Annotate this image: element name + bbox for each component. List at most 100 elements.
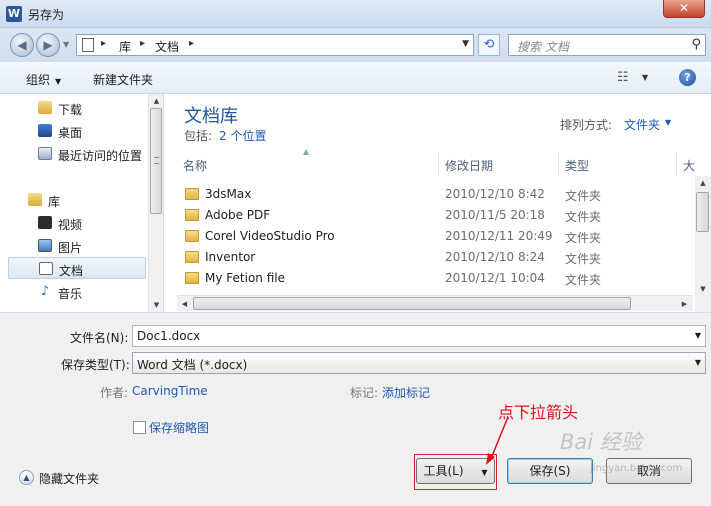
save-button[interactable]: 保存(S) (507, 458, 593, 484)
breadcrumb-documents[interactable]: 文档 (155, 38, 179, 55)
view-options-icon[interactable]: ☷ (617, 70, 629, 85)
refresh-button[interactable]: ⟲ (478, 34, 500, 56)
downloads-folder-icon (38, 101, 52, 114)
filename-input[interactable]: Doc1.docx ▼ (132, 325, 706, 347)
nav-item-documents[interactable]: 文档 (8, 257, 146, 279)
organize-label: 组织 (26, 73, 51, 87)
file-date: 2010/12/11 20:49 (445, 229, 553, 243)
path-box[interactable]: ▸ 库 ▸ 文档 ▸ ▼ (76, 34, 474, 56)
path-dropdown-icon[interactable]: ▼ (462, 39, 469, 49)
organize-button[interactable]: 组织 ▼ (26, 71, 61, 88)
view-dropdown-icon[interactable]: ▼ (642, 73, 648, 82)
folder-icon (185, 230, 199, 242)
author-label: 作者: (100, 386, 129, 400)
column-header-type[interactable]: 类型 (559, 152, 677, 176)
nav-item-recent[interactable]: 最近访问的位置 (0, 143, 146, 165)
folder-icon (185, 272, 199, 284)
pictures-icon (38, 239, 52, 252)
filetype-value: Word 文档 (*.docx) (137, 358, 248, 372)
column-header-name[interactable]: 名称 (177, 152, 439, 176)
nav-item-downloads[interactable]: 下载 (0, 97, 146, 119)
file-date: 2010/12/1 10:04 (445, 271, 545, 285)
nav-item-videos[interactable]: 视频 (0, 212, 146, 234)
tags-field[interactable]: 添加标记 (382, 384, 430, 401)
command-bar: 组织 ▼ 新建文件夹 ☷ ▼ ? (0, 62, 711, 94)
recent-pages-chevron-icon[interactable]: ▼ (63, 40, 69, 49)
nav-item-desktop[interactable]: 桌面 (0, 120, 146, 142)
breadcrumb-separator-icon[interactable]: ▸ (101, 38, 106, 49)
file-date: 2010/11/5 20:18 (445, 208, 545, 222)
tags-label: 标记: (350, 386, 379, 400)
documents-icon (39, 262, 53, 275)
scroll-up-icon[interactable]: ▲ (149, 94, 164, 108)
scroll-down-icon[interactable]: ▼ (149, 298, 164, 312)
chevron-up-icon[interactable]: ▲ (19, 470, 34, 485)
title-bar: W 另存为 ✕ (0, 0, 711, 28)
nav-item-libraries[interactable]: 库 (0, 189, 146, 211)
breadcrumb-separator-icon[interactable]: ▸ (189, 38, 194, 49)
nav-item-pictures[interactable]: 图片 (0, 235, 146, 257)
forward-button[interactable]: ▶ (36, 33, 60, 57)
address-bar: ◀ ▶ ▼ ▸ 库 ▸ 文档 ▸ ▼ ⟲ 搜索 文档 ⚲ (0, 28, 711, 62)
chevron-down-icon: ▼ (55, 77, 62, 86)
scroll-left-icon[interactable]: ◀ (177, 297, 192, 311)
folder-icon (185, 188, 199, 200)
chevron-down-icon[interactable]: ▼ (695, 331, 701, 340)
scroll-up-icon[interactable]: ▲ (695, 176, 711, 190)
scrollbar-thumb[interactable] (193, 297, 631, 310)
search-input[interactable]: 搜索 文档 ⚲ (508, 34, 706, 56)
breadcrumb-separator-icon[interactable]: ▸ (140, 38, 145, 49)
scrollbar-thumb[interactable] (696, 192, 709, 232)
nav-item-music[interactable]: ♪ 音乐 (0, 281, 146, 303)
chevron-down-icon[interactable]: ▼ (695, 358, 701, 367)
save-thumbnail-label[interactable]: 保存缩略图 (149, 419, 209, 436)
nav-scrollbar[interactable]: ▲ ▼ (148, 94, 163, 312)
chevron-down-icon[interactable]: ▼ (665, 118, 671, 127)
file-type: 文件夹 (565, 252, 602, 266)
recent-places-icon (38, 147, 52, 160)
library-icon (28, 193, 42, 206)
new-folder-button[interactable]: 新建文件夹 (93, 71, 153, 88)
filetype-select[interactable]: Word 文档 (*.docx) ▼ (132, 352, 706, 374)
file-name: 3dsMax (205, 187, 252, 201)
file-name: Adobe PDF (205, 208, 271, 222)
annotation-arrow-icon (486, 416, 509, 465)
library-includes-label: 包括: (184, 129, 213, 143)
back-button[interactable]: ◀ (10, 33, 34, 57)
arrange-by-label: 排列方式: (560, 118, 613, 132)
file-name: Inventor (205, 250, 256, 264)
hide-folders-button[interactable]: 隐藏文件夹 (39, 470, 99, 487)
scroll-right-icon[interactable]: ▶ (677, 297, 692, 311)
file-type: 文件夹 (565, 189, 602, 203)
nav-label: 库 (48, 195, 61, 209)
file-name: Corel VideoStudio Pro (205, 229, 335, 243)
file-name: My Fetion file (205, 271, 285, 285)
breadcrumb-library[interactable]: 库 (119, 38, 131, 55)
column-header-date[interactable]: 修改日期 (439, 152, 559, 176)
file-row[interactable]: 3dsMax 2010/12/10 8:42 文件夹 (177, 184, 692, 205)
library-locations-link[interactable]: 2 个位置 (219, 127, 266, 144)
watermark-logo: Bai 经验 (560, 430, 642, 454)
file-row[interactable]: Corel VideoStudio Pro 2010/12/11 20:49 文… (177, 226, 692, 247)
search-icon[interactable]: ⚲ (691, 37, 701, 52)
nav-label: 桌面 (58, 126, 83, 140)
file-row[interactable]: My Fetion file 2010/12/1 10:04 文件夹 (177, 268, 692, 289)
filetype-label: 保存类型(T): (61, 358, 130, 372)
file-scrollbar[interactable]: ▲ ▼ (695, 176, 711, 312)
file-row[interactable]: Inventor 2010/12/10 8:24 文件夹 (177, 247, 692, 268)
video-icon (38, 216, 52, 229)
music-note-icon: ♪ (40, 284, 50, 299)
save-thumbnail-checkbox[interactable] (133, 421, 146, 434)
horizontal-scrollbar[interactable]: ◀ ▶ (177, 295, 693, 311)
help-icon[interactable]: ? (679, 69, 696, 86)
author-field[interactable]: CarvingTime (132, 384, 208, 398)
scroll-down-icon[interactable]: ▼ (695, 282, 711, 296)
navigation-pane: 下载 桌面 最近访问的位置 库 视频 图片 文档 ♪ 音乐 ▲ ▼ (0, 94, 164, 312)
file-row[interactable]: Adobe PDF 2010/11/5 20:18 文件夹 (177, 205, 692, 226)
nav-label: 下载 (58, 103, 83, 117)
file-pane: 文档库 包括: 2 个位置 排列方式: 文件夹 ▼ ▲ 名称 修改日期 类型 大… (165, 94, 711, 312)
arrange-by-dropdown[interactable]: 文件夹 (624, 116, 660, 133)
column-header-size[interactable]: 大 (677, 152, 695, 176)
scrollbar-thumb[interactable] (150, 108, 162, 214)
close-button[interactable]: ✕ (663, 0, 705, 18)
